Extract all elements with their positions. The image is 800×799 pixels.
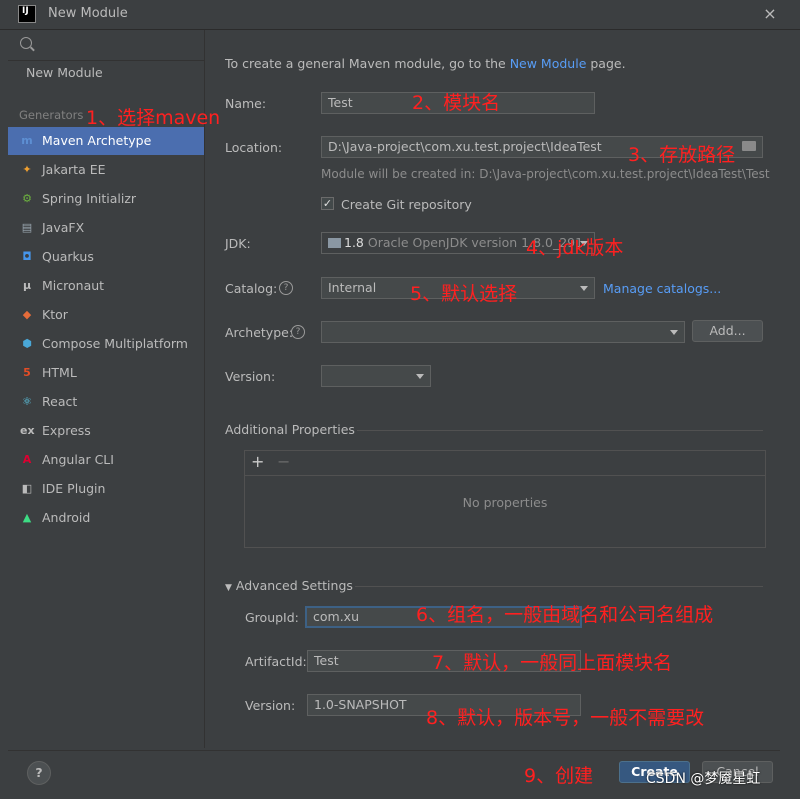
sidebar-item-quarkus[interactable]: ◘ Quarkus: [8, 243, 204, 271]
micronaut-icon: μ: [22, 279, 32, 292]
add-archetype-button[interactable]: Add...: [692, 320, 763, 342]
adv-version-field[interactable]: 1.0-SNAPSHOT: [307, 694, 581, 716]
artifactid-field[interactable]: Test: [307, 650, 581, 672]
artifactid-label: ArtifactId:: [245, 654, 307, 669]
sidebar-item-express[interactable]: ex Express: [8, 417, 204, 445]
catalog-dropdown[interactable]: Internal: [321, 277, 595, 299]
sidebar-item-label: Jakarta EE: [42, 162, 106, 177]
version-label: Version:: [225, 369, 276, 384]
android-icon: ▲: [22, 511, 32, 524]
quarkus-icon: ◘: [22, 250, 32, 263]
sidebar-item-android[interactable]: ▲ Android: [8, 504, 204, 532]
archetype-label: Archetype:: [225, 325, 294, 340]
chevron-down-icon: [580, 241, 588, 246]
sidebar-item-javafx[interactable]: ▤ JavaFX: [8, 214, 204, 242]
sidebar-item-label: Compose Multiplatform: [42, 336, 188, 351]
close-icon[interactable]: ×: [760, 4, 780, 24]
express-icon: ex: [20, 424, 35, 437]
jdk-dropdown[interactable]: 1.8 Oracle OpenJDK version 1.8.0_291: [321, 232, 595, 254]
chevron-down-icon: [416, 374, 424, 379]
ktor-icon: ◆: [22, 308, 32, 321]
title-bar: IJ New Module ×: [0, 0, 800, 30]
sidebar-item-react[interactable]: ⚛ React: [8, 388, 204, 416]
name-field[interactable]: Test: [321, 92, 595, 114]
search-icon[interactable]: [20, 37, 32, 49]
sidebar-item-label: Android: [42, 510, 91, 525]
compose-icon: ⬢: [22, 337, 32, 350]
sidebar-item-label: Quarkus: [42, 249, 94, 264]
window-title: New Module: [48, 6, 128, 21]
sidebar-item-angular-cli[interactable]: A Angular CLI: [8, 446, 204, 474]
remove-icon[interactable]: −: [277, 452, 290, 471]
sidebar-item-label: JavaFX: [42, 220, 85, 235]
sidebar-item-compose-multiplatform[interactable]: ⬢ Compose Multiplatform: [8, 330, 204, 358]
sidebar-item-ktor[interactable]: ◆ Ktor: [8, 301, 204, 329]
location-label: Location:: [225, 140, 283, 155]
chevron-down-icon: [580, 286, 588, 291]
help-icon[interactable]: ?: [291, 325, 305, 339]
properties-table: + − No properties: [244, 450, 766, 548]
sidebar-item-micronaut[interactable]: μ Micronaut: [8, 272, 204, 300]
git-checkbox[interactable]: ✓: [321, 197, 334, 210]
watermark: CSDN @梦魇星虹: [646, 771, 761, 787]
sidebar-item-label: IDE Plugin: [42, 481, 106, 496]
intro-text: To create a general Maven module, go to …: [225, 56, 626, 71]
divider: [357, 430, 763, 431]
react-icon: ⚛: [22, 395, 32, 408]
catalog-label: Catalog:: [225, 281, 278, 296]
angular-icon: A: [22, 453, 32, 466]
folder-icon[interactable]: [742, 141, 756, 151]
empty-state-text: No properties: [462, 495, 548, 510]
sidebar-item-label: Angular CLI: [42, 452, 114, 467]
sidebar-item-label: Ktor: [42, 307, 68, 322]
html-icon: 5: [23, 366, 31, 379]
chevron-down-icon: ▼: [225, 583, 232, 593]
jdk-folder-icon: [328, 238, 341, 248]
chevron-down-icon: [670, 330, 678, 335]
plugin-icon: ◧: [21, 482, 33, 495]
sidebar-item-label: React: [42, 394, 78, 409]
sidebar-item-label: Micronaut: [42, 278, 105, 293]
properties-toolbar: + −: [245, 451, 765, 476]
sidebar-item-maven-archetype[interactable]: m Maven Archetype: [8, 127, 204, 155]
groupid-label: GroupId:: [245, 610, 299, 625]
git-label: Create Git repository: [341, 197, 472, 212]
name-label: Name:: [225, 96, 267, 111]
generators-heading: Generators: [19, 108, 84, 122]
help-icon[interactable]: ?: [279, 281, 293, 295]
additional-properties-heading: Additional Properties: [225, 422, 355, 437]
sidebar: New Module Generators m Maven Archetype ✦ J…: [8, 30, 205, 748]
sidebar-item-spring-initializr[interactable]: ⚙ Spring Initializr: [8, 185, 204, 213]
jdk-label: JDK:: [225, 236, 251, 251]
sidebar-item-html[interactable]: 5 HTML: [8, 359, 204, 387]
spring-icon: ⚙: [22, 192, 32, 205]
sidebar-item-jakarta-ee[interactable]: ✦ Jakarta EE: [8, 156, 204, 184]
divider: [355, 586, 763, 587]
sidebar-item-label: HTML: [42, 365, 77, 380]
javafx-icon: ▤: [21, 221, 33, 234]
sidebar-item-label: Express: [42, 423, 91, 438]
intellij-icon: IJ: [18, 5, 36, 23]
new-module-link[interactable]: New Module: [510, 56, 587, 71]
location-hint: Module will be created in: D:\Java-proje…: [321, 167, 770, 181]
sidebar-item-label: Spring Initializr: [42, 191, 137, 206]
jakarta-icon: ✦: [22, 163, 32, 176]
adv-version-label: Version:: [245, 698, 296, 713]
sidebar-item-ide-plugin[interactable]: ◧ IDE Plugin: [8, 475, 204, 503]
main-panel: To create a general Maven module, go to …: [205, 30, 780, 748]
sidebar-item-new-module[interactable]: New Module: [8, 59, 204, 87]
groupid-field[interactable]: com.xu: [305, 606, 582, 628]
manage-catalogs-link[interactable]: Manage catalogs...: [603, 281, 721, 296]
help-button[interactable]: ?: [27, 761, 51, 785]
sidebar-item-label: New Module: [26, 65, 103, 80]
archetype-dropdown[interactable]: [321, 321, 685, 343]
version-dropdown[interactable]: [321, 365, 431, 387]
sidebar-item-label: Maven Archetype: [42, 133, 152, 148]
location-field[interactable]: D:\Java-project\com.xu.test.project\Idea…: [321, 136, 763, 158]
add-icon[interactable]: +: [251, 452, 264, 471]
maven-icon: m: [21, 134, 33, 147]
advanced-settings-toggle[interactable]: ▼ Advanced Settings: [225, 578, 353, 593]
